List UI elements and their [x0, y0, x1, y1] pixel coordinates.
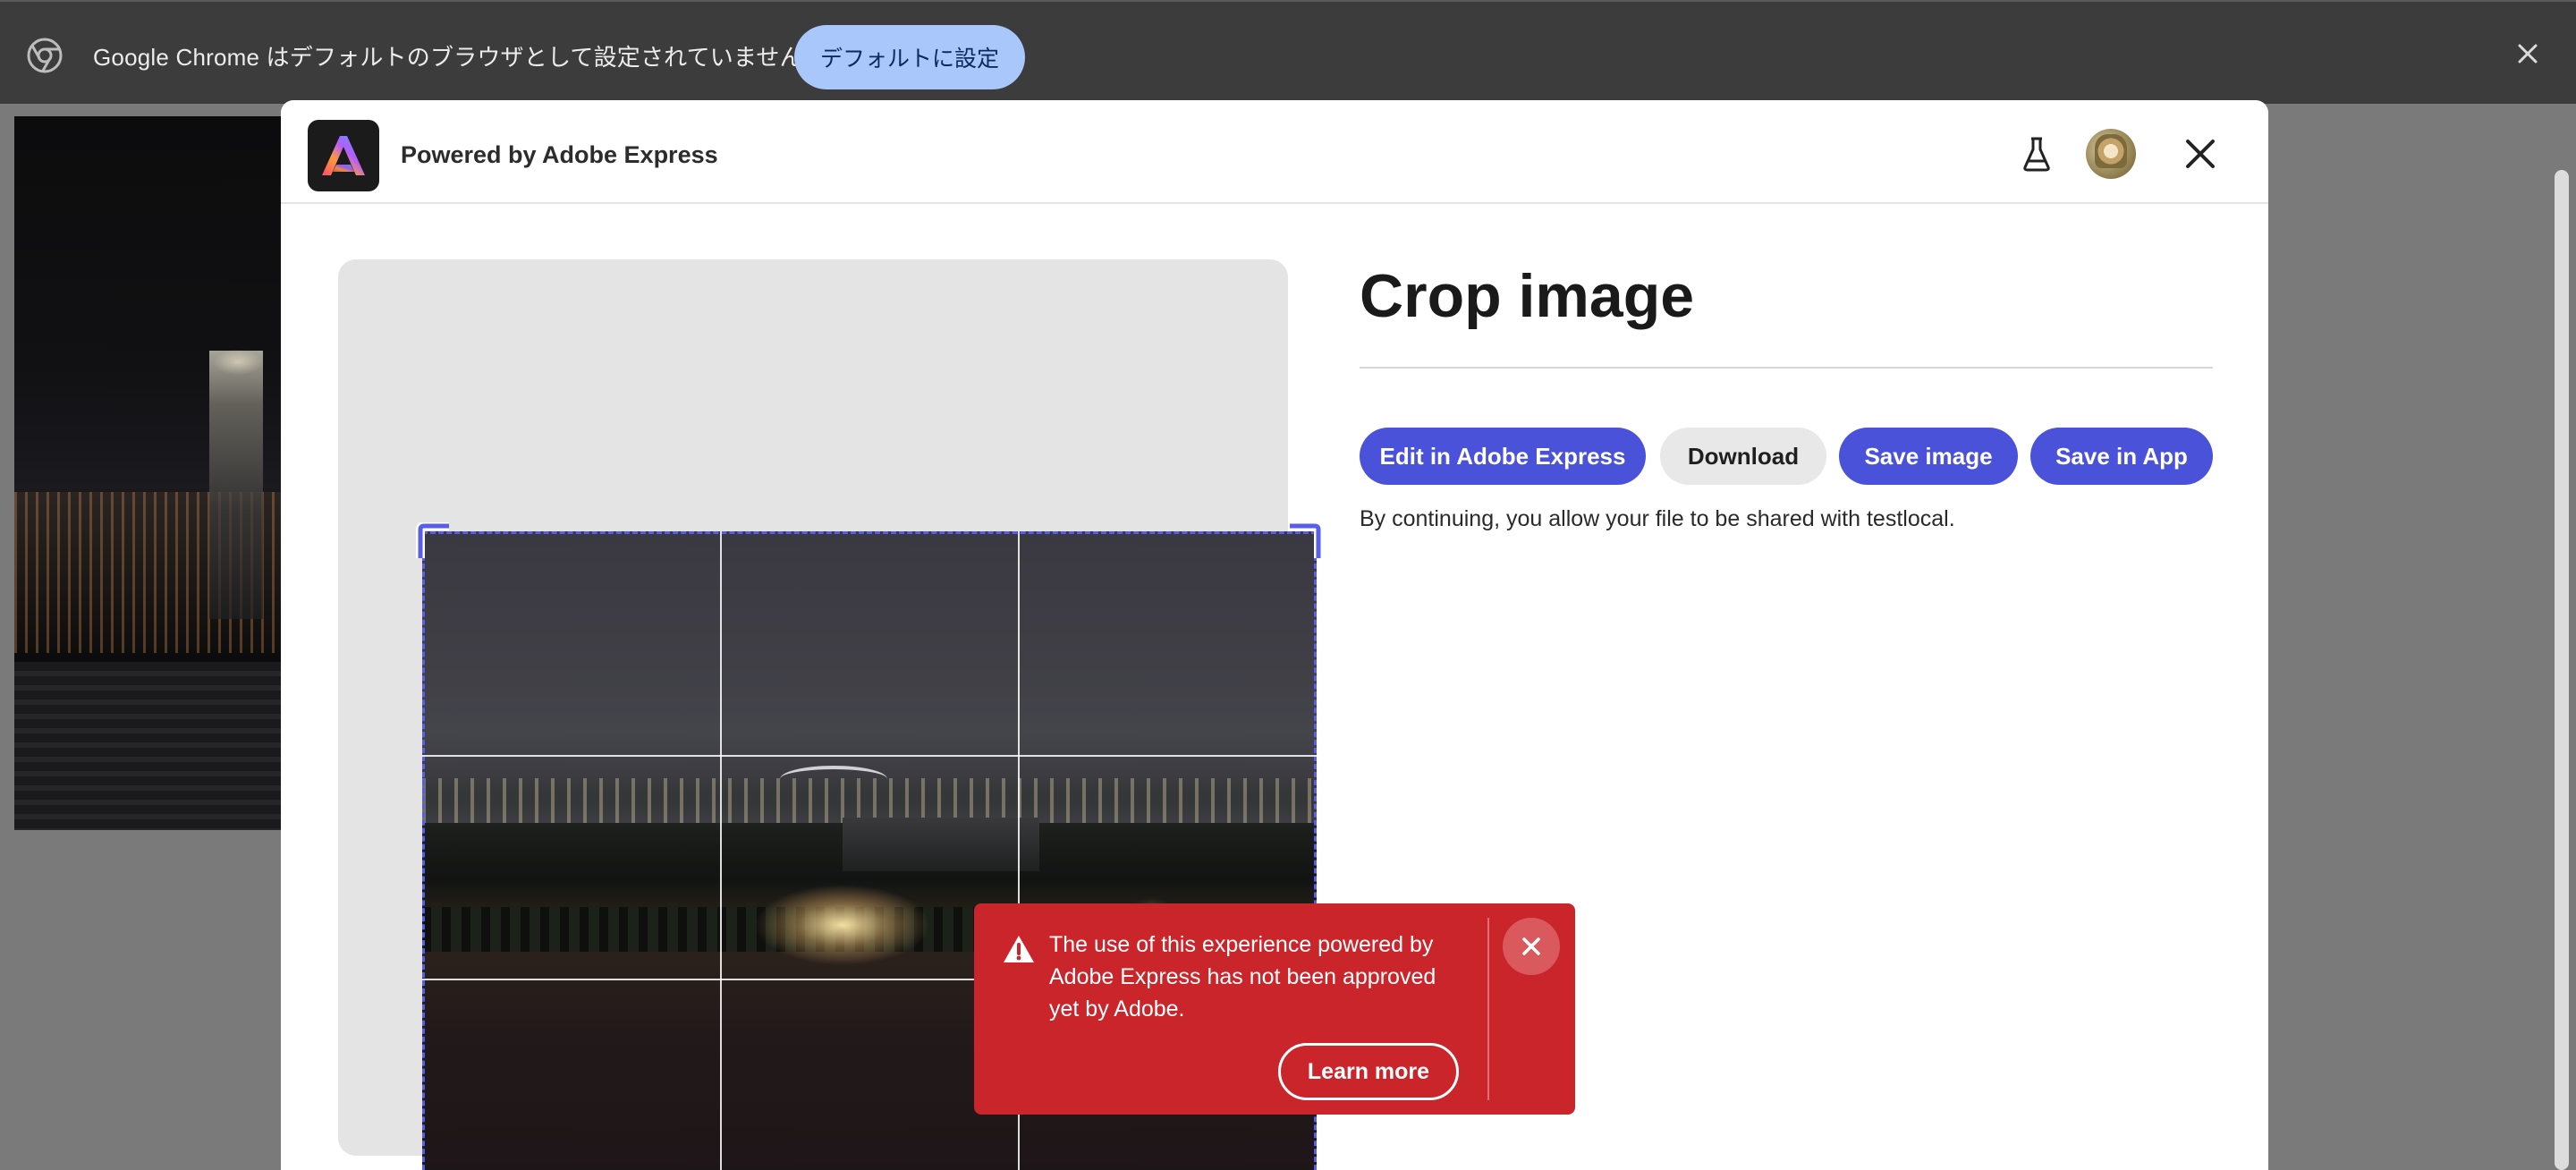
- background-strip: [14, 662, 283, 830]
- page-scrollbar-thumb[interactable]: [2555, 170, 2569, 1170]
- crop-handle-top-left[interactable]: [413, 522, 451, 560]
- title-divider: [1360, 367, 2213, 369]
- set-default-browser-button[interactable]: デフォルトに設定: [794, 25, 1025, 89]
- flask-icon[interactable]: [2021, 136, 2052, 172]
- crop-handle-top-right[interactable]: [1288, 522, 1326, 560]
- toast-divider: [1487, 918, 1489, 1100]
- download-button[interactable]: Download: [1660, 428, 1826, 485]
- crop-gridline-vertical: [720, 531, 722, 1170]
- share-consent-text: By continuing, you allow your file to be…: [1360, 506, 1955, 531]
- close-icon: [1522, 937, 1540, 955]
- learn-more-button[interactable]: Learn more: [1278, 1043, 1459, 1100]
- crop-gridline-horizontal: [422, 755, 1317, 757]
- default-browser-infobar: Google Chrome はデフォルトのブラウザとして設定されていません デフ…: [0, 0, 2576, 104]
- save-in-app-button[interactable]: Save in App: [2030, 428, 2213, 485]
- adobe-express-logo-icon: [308, 120, 379, 191]
- avatar[interactable]: [2086, 129, 2136, 179]
- chrome-logo-icon: [27, 38, 63, 73]
- page-title: Crop image: [1360, 262, 1695, 330]
- toast-close-button[interactable]: [1503, 918, 1560, 975]
- approval-warning-toast: The use of this experience powered by Ad…: [974, 903, 1575, 1115]
- save-image-button[interactable]: Save image: [1839, 428, 2018, 485]
- background-page-photo: [14, 116, 283, 830]
- powered-by-label: Powered by Adobe Express: [401, 141, 718, 168]
- close-icon[interactable]: [2182, 136, 2218, 172]
- background-tower: [209, 351, 263, 619]
- modal-header: Powered by Adobe Express: [281, 100, 2268, 204]
- warning-icon: [1004, 936, 1034, 962]
- toast-message: The use of this experience powered by Ad…: [1049, 932, 1436, 1022]
- edit-in-adobe-express-button[interactable]: Edit in Adobe Express: [1360, 428, 1646, 485]
- infobar-message: Google Chrome はデフォルトのブラウザとして設定されていません: [93, 44, 803, 71]
- close-icon[interactable]: [2513, 39, 2542, 68]
